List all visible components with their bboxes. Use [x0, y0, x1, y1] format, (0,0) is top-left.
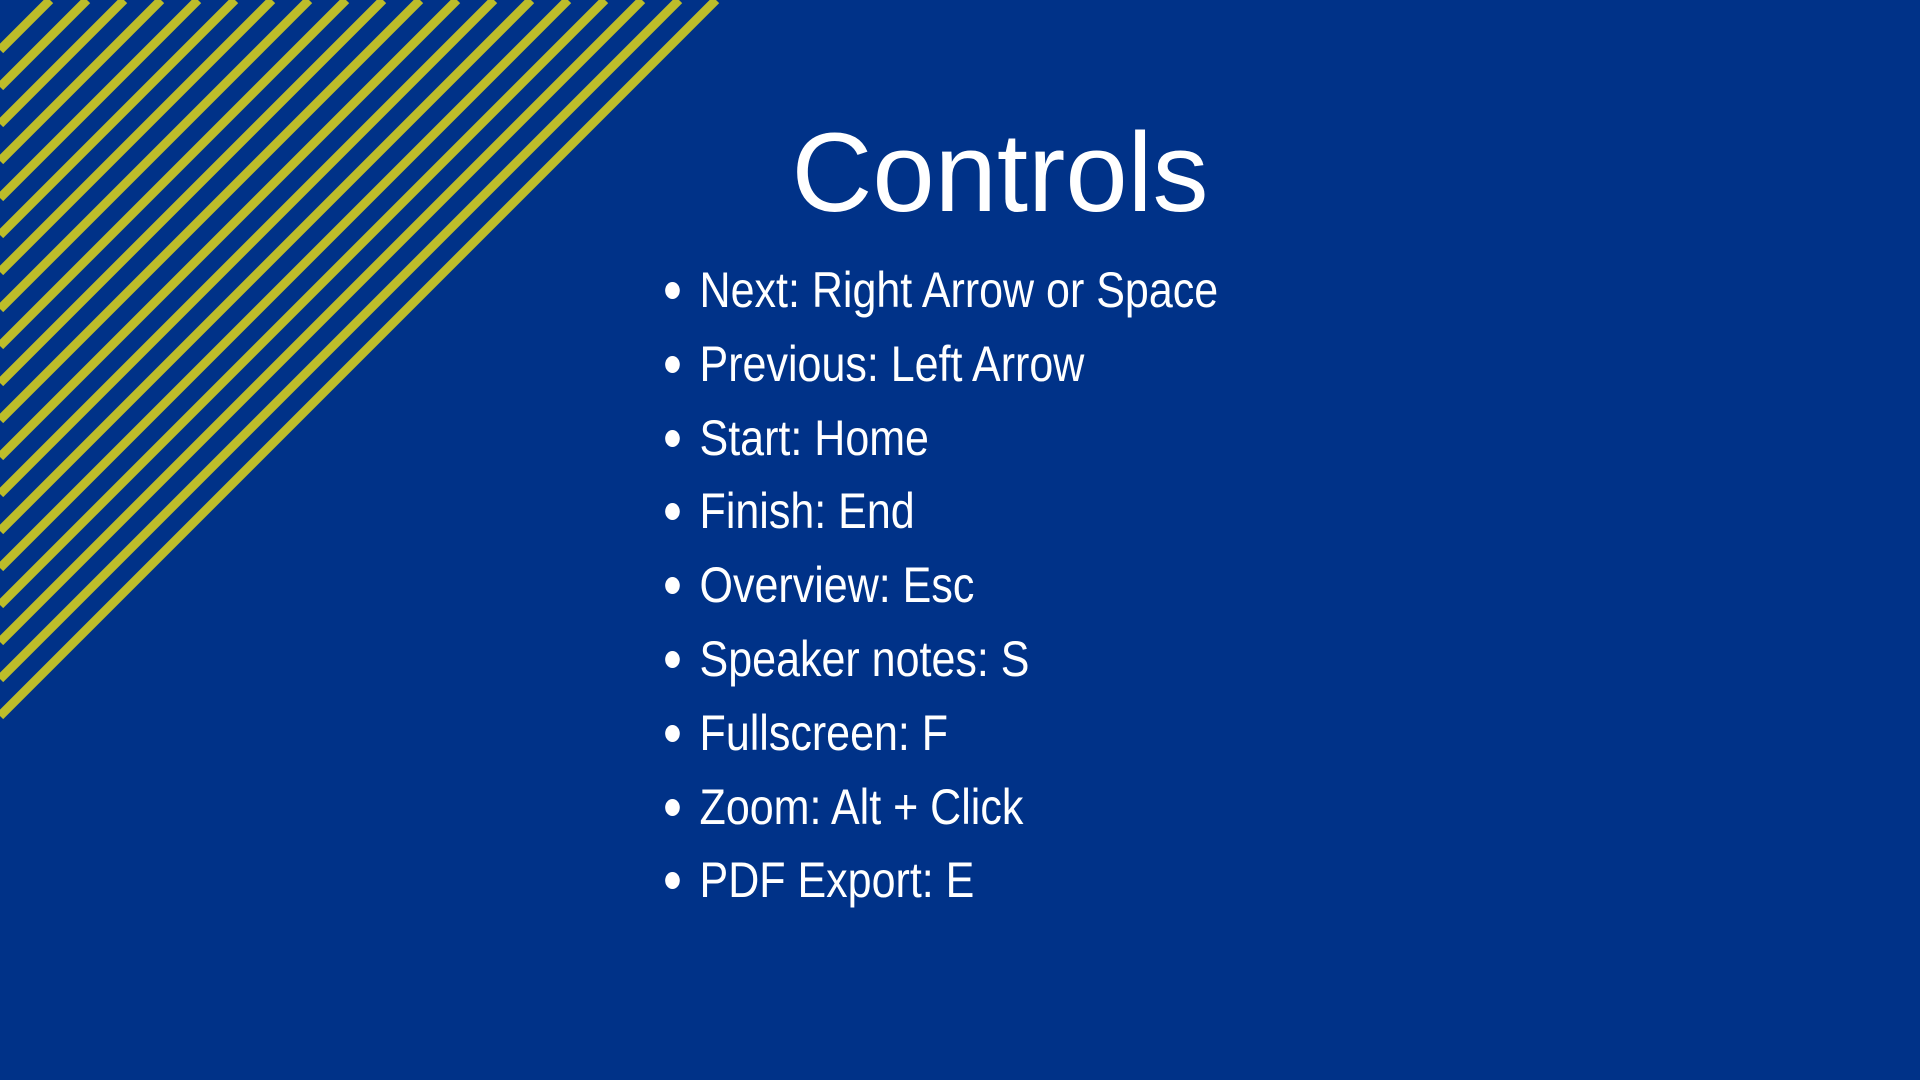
slide[interactable]: Controls Next: Right Arrow or Space Prev… [0, 0, 1920, 1080]
bullet-icon [665, 798, 680, 816]
list-item-text: Start: Home [699, 409, 929, 466]
stripe-line [0, 0, 572, 572]
bullet-icon [665, 503, 680, 521]
stripe-line [0, 0, 128, 128]
slide-title: Controls [0, 108, 1920, 238]
list-item-text: PDF Export: E [699, 852, 975, 909]
list-item: Fullscreen: F [660, 696, 1218, 770]
list-item-text: Speaker notes: S [699, 630, 1030, 687]
list-item-text: Fullscreen: F [699, 704, 949, 761]
controls-list: Next: Right Arrow or Space Previous: Lef… [660, 253, 1309, 917]
list-item-text: Overview: Esc [699, 557, 975, 614]
list-item: PDF Export: E [660, 843, 1218, 917]
stripe-line [0, 0, 91, 91]
bullet-icon [665, 724, 680, 742]
list-item: Overview: Esc [660, 548, 1218, 622]
bullet-icon [665, 429, 680, 447]
list-item: Zoom: Alt + Click [660, 770, 1218, 844]
list-item: Next: Right Arrow or Space [660, 253, 1218, 327]
bullet-icon [665, 872, 680, 890]
list-item-text: Zoom: Alt + Click [699, 778, 1024, 835]
list-item-text: Finish: End [699, 483, 915, 540]
list-item: Speaker notes: S [660, 622, 1218, 696]
bullet-icon [665, 282, 680, 299]
stripe-line [0, 0, 498, 498]
list-item: Previous: Left Arrow [660, 327, 1218, 401]
bullet-icon [665, 355, 680, 373]
list-item-text: Next: Right Arrow or Space [699, 262, 1219, 318]
bullet-icon [665, 577, 680, 595]
bullet-icon [665, 650, 680, 668]
list-item: Start: Home [660, 401, 1218, 475]
list-item-text: Previous: Left Arrow [699, 335, 1085, 392]
stripe-line [0, 0, 609, 609]
list-item: Finish: End [660, 474, 1218, 548]
slide-title-text: Controls [791, 110, 1209, 235]
